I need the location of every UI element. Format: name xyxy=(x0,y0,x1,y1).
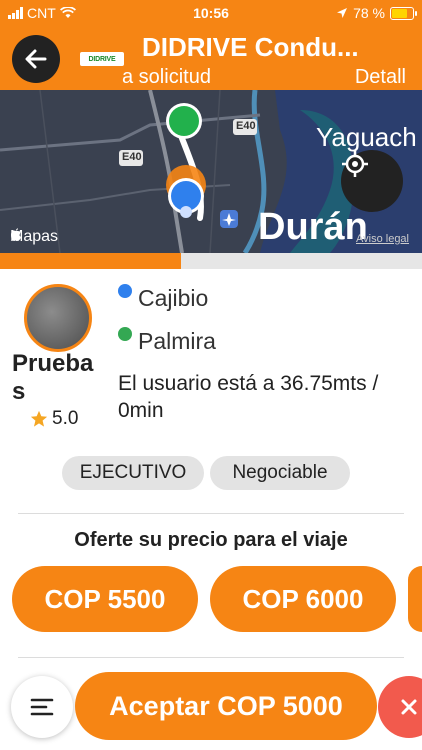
origin-dot-icon xyxy=(118,283,132,298)
origin-row: Cajibio xyxy=(118,283,209,312)
star-icon xyxy=(30,410,48,427)
location-arrow-icon xyxy=(337,8,348,18)
price-option-5500[interactable]: COP 5500 xyxy=(12,566,198,632)
tag-negociable: Negociable xyxy=(210,456,350,490)
status-bar: CNT 10:56 78 % xyxy=(0,0,422,26)
page-subtitle: a solicitud xyxy=(122,66,211,88)
crosshair-icon xyxy=(342,151,368,177)
menu-lines-icon xyxy=(30,698,54,716)
close-icon xyxy=(401,699,417,715)
battery-percent: 78 % xyxy=(353,5,385,21)
user-name: Pruebas xyxy=(12,350,94,405)
rating-value: 5.0 xyxy=(52,408,79,429)
apple-logo-icon xyxy=(11,228,21,241)
map-label-yaguachi: Yaguach xyxy=(316,122,417,152)
accept-offer-button[interactable]: Aceptar COP 5000 xyxy=(75,672,377,740)
app-header: DIDRIVE DIDRIVE Condu... a solicitud Det… xyxy=(0,26,422,90)
locate-button[interactable] xyxy=(341,150,403,212)
destination-label: Palmira xyxy=(138,328,216,354)
divider xyxy=(18,657,404,658)
price-option-6000[interactable]: COP 6000 xyxy=(210,566,396,632)
back-button[interactable] xyxy=(12,35,60,83)
menu-button[interactable] xyxy=(11,676,73,738)
arrow-left-icon xyxy=(25,49,47,69)
map-label-duran: Durán xyxy=(258,206,368,248)
price-option-next[interactable] xyxy=(408,566,422,632)
offer-title: Oferte su precio para el viaje xyxy=(74,529,348,551)
destination-row: Palmira xyxy=(118,326,216,355)
user-rating: 5.0 xyxy=(30,408,78,430)
trip-progress-fill xyxy=(0,253,182,269)
divider xyxy=(18,513,404,514)
map-label-e40-west: E40 xyxy=(122,151,142,163)
detail-link[interactable]: Detall xyxy=(355,66,406,89)
maps-attribution: Mapas xyxy=(10,228,58,246)
page-title: DIDRIVE Condu... xyxy=(142,32,359,62)
distance-text: El usuario está a 36.75mts / 0min xyxy=(118,372,379,422)
avatar[interactable] xyxy=(24,284,92,352)
didrive-logo: DIDRIVE xyxy=(80,52,124,66)
legal-link[interactable]: Aviso legal xyxy=(356,233,409,245)
map-view[interactable]: E40 E40 Yaguach Durán Mapas Aviso legal xyxy=(0,90,422,253)
reject-button[interactable] xyxy=(378,676,422,738)
trip-progress-bar xyxy=(0,253,422,269)
tag-ejecutivo: EJECUTIVO xyxy=(62,456,204,490)
destination-dot-icon xyxy=(118,326,132,341)
origin-label: Cajibio xyxy=(138,285,209,311)
map-label-e40-east: E40 xyxy=(236,120,256,132)
battery-icon xyxy=(390,6,417,20)
